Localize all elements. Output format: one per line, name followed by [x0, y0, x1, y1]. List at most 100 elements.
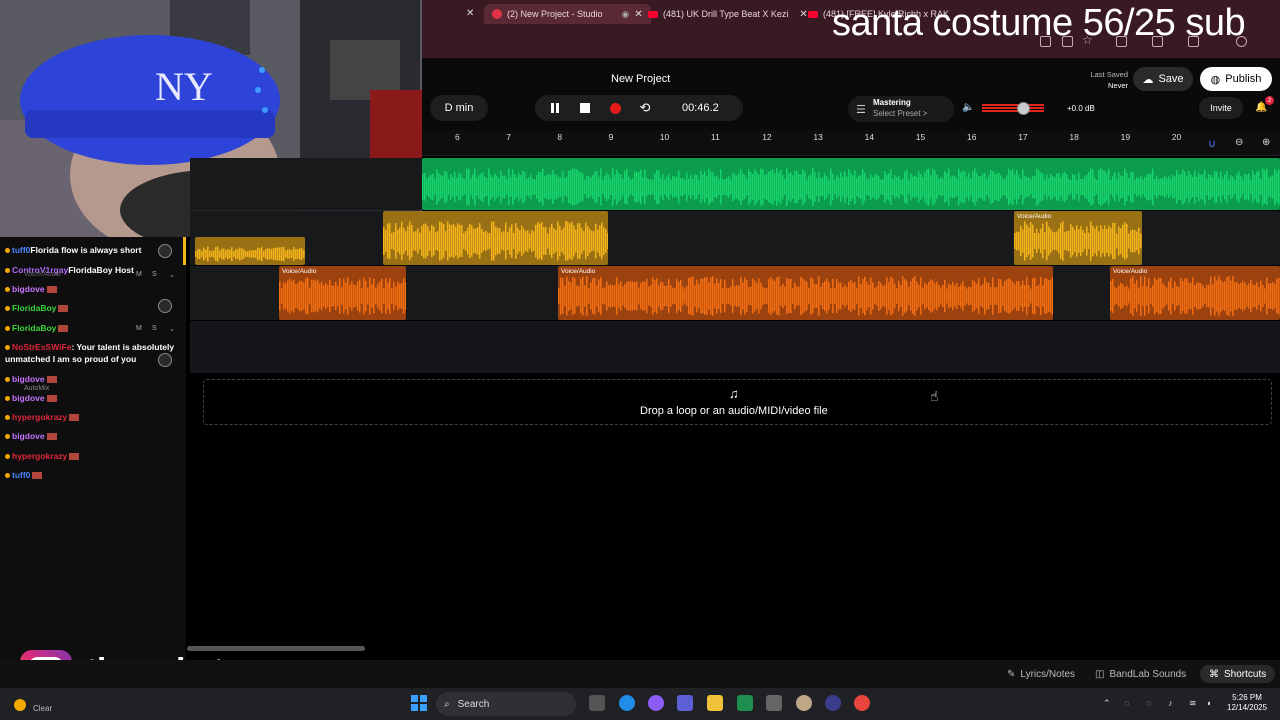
- waveform-bar: [962, 281, 964, 311]
- chrome-icon[interactable]: [854, 695, 870, 711]
- app-icon[interactable]: [766, 695, 782, 711]
- audio-clip[interactable]: Voice/Audio: [279, 266, 406, 320]
- chat-username[interactable]: FloridaBoy: [12, 323, 56, 333]
- badge-icon: [5, 396, 10, 401]
- app-icon[interactable]: [796, 695, 812, 711]
- waveform-bar: [938, 178, 940, 196]
- close-tab-icon[interactable]: ✕: [634, 9, 642, 20]
- chevron-down-icon[interactable]: ⌄: [169, 271, 175, 279]
- waveform-bar: [1008, 168, 1010, 206]
- waveform-bar: [648, 286, 650, 306]
- audio-clip[interactable]: Voice/Audio: [1014, 211, 1142, 265]
- edge-icon[interactable]: [619, 695, 635, 711]
- chat-username[interactable]: hypergokrazy: [12, 412, 67, 422]
- obs-icon[interactable]: [825, 695, 841, 711]
- chat-username[interactable]: tuff0: [12, 470, 30, 480]
- waveform-bar: [704, 277, 706, 315]
- audio-clip[interactable]: [383, 211, 608, 265]
- excel-icon[interactable]: [737, 695, 753, 711]
- waveform-bar: [636, 281, 638, 311]
- chat-username[interactable]: bigdove: [12, 284, 45, 294]
- chevron-up-icon[interactable]: ⌃: [1103, 698, 1111, 709]
- weather-icon[interactable]: [14, 699, 26, 711]
- system-clock[interactable]: 5:26 PM 12/14/2025: [1227, 693, 1267, 713]
- pan-knob[interactable]: [158, 244, 172, 258]
- waveform-bar: [788, 279, 790, 313]
- bandlab-sounds-button[interactable]: ◫ BandLab Sounds: [1095, 665, 1186, 683]
- chat-username[interactable]: bigdove: [12, 431, 45, 441]
- teams-icon[interactable]: [677, 695, 693, 711]
- mute-button[interactable]: M: [136, 271, 142, 278]
- mute-button[interactable]: M: [136, 325, 142, 332]
- waveform-bar: [1030, 222, 1032, 260]
- volume-knob[interactable]: [1017, 102, 1030, 115]
- zoom-out-icon[interactable]: ⊖: [1235, 137, 1243, 148]
- lyrics-notes-button[interactable]: ✎ Lyrics/Notes: [1007, 665, 1075, 683]
- track-lane[interactable]: [190, 321, 1280, 373]
- copilot-icon[interactable]: [648, 695, 664, 711]
- browser-tab-youtube-1[interactable]: (481) UK Drill Type Beat X Kezi ✕: [648, 4, 808, 24]
- chat-username[interactable]: hypergokrazy: [12, 451, 67, 461]
- waveform-bar: [682, 178, 684, 196]
- taskbar-search[interactable]: ⌕ Search: [436, 692, 576, 716]
- waveform-bar: [546, 174, 548, 200]
- solo-button[interactable]: S: [152, 325, 157, 332]
- waveform-bar: [1258, 286, 1260, 306]
- waveform-bar: [283, 246, 285, 262]
- waveform-bar: [460, 174, 462, 200]
- waveform-bar: [870, 174, 872, 200]
- emote-icon: [32, 472, 43, 480]
- waveform-bar: [774, 280, 776, 312]
- pan-knob[interactable]: [158, 299, 172, 313]
- browser-tab-studio[interactable]: (2) New Project - Studio ◉ ✕: [484, 4, 651, 24]
- timeline-ruler[interactable]: [422, 130, 1280, 156]
- project-title[interactable]: New Project: [611, 73, 670, 85]
- microphone-icon[interactable]: ♪: [1168, 698, 1173, 708]
- mute-icon[interactable]: 🔈: [962, 102, 974, 113]
- tray-icon[interactable]: ◌: [1146, 698, 1151, 708]
- horizontal-scrollbar[interactable]: [187, 646, 365, 651]
- audio-clip[interactable]: Voice/Audio: [558, 266, 1053, 320]
- save-button[interactable]: ☁ Save: [1133, 67, 1193, 91]
- master-volume-slider[interactable]: [982, 104, 1044, 112]
- audio-clip[interactable]: [195, 237, 305, 265]
- chevron-down-icon[interactable]: ⌄: [169, 325, 175, 333]
- waveform-bar: [718, 282, 720, 310]
- waveform-bar: [578, 171, 580, 203]
- waveform-bar: [383, 227, 385, 255]
- chat-username[interactable]: tuff0: [12, 245, 30, 255]
- waveform-bar: [950, 285, 952, 307]
- pause-button[interactable]: [545, 99, 565, 117]
- waveform-bar: [297, 282, 299, 310]
- invite-button[interactable]: Invite: [1199, 97, 1243, 119]
- volume-icon[interactable]: ◖: [1206, 698, 1211, 708]
- audio-clip[interactable]: [422, 158, 1280, 210]
- chat-username[interactable]: FloridaBoy: [12, 303, 56, 313]
- waveform-bar: [884, 285, 886, 307]
- waveform-bar: [1080, 226, 1082, 256]
- key-button[interactable]: D min: [430, 95, 488, 121]
- solo-button[interactable]: S: [152, 271, 157, 278]
- waveform-bar: [1068, 230, 1070, 252]
- shortcuts-button[interactable]: ⌘ Shortcuts: [1200, 665, 1276, 683]
- close-tab-icon[interactable]: ✕: [799, 9, 807, 20]
- weather-text[interactable]: Clear: [33, 704, 52, 713]
- task-view-icon[interactable]: [589, 695, 605, 711]
- stop-button[interactable]: [575, 99, 595, 117]
- pan-knob[interactable]: [158, 353, 172, 367]
- record-button[interactable]: [605, 99, 625, 117]
- close-tab-icon[interactable]: ✕: [466, 8, 474, 19]
- zoom-in-icon[interactable]: ⊕: [1262, 137, 1270, 148]
- wifi-icon[interactable]: ≋: [1189, 698, 1197, 709]
- waveform-bar: [1122, 176, 1124, 198]
- chat-username[interactable]: bigdove: [12, 374, 45, 384]
- windows-start-icon[interactable]: [411, 695, 427, 711]
- file-explorer-icon[interactable]: [707, 695, 723, 711]
- publish-button[interactable]: ◍ Publish: [1200, 67, 1272, 91]
- chat-username[interactable]: NoStrEsSWiFe: [12, 342, 71, 352]
- loop-icon[interactable]: ⟲: [635, 99, 655, 117]
- magnet-icon[interactable]: ∪: [1208, 137, 1216, 150]
- audio-clip[interactable]: Voice/Audio: [1110, 266, 1280, 320]
- chat-username[interactable]: bigdove: [12, 393, 45, 403]
- tray-icon[interactable]: ◌: [1124, 698, 1129, 708]
